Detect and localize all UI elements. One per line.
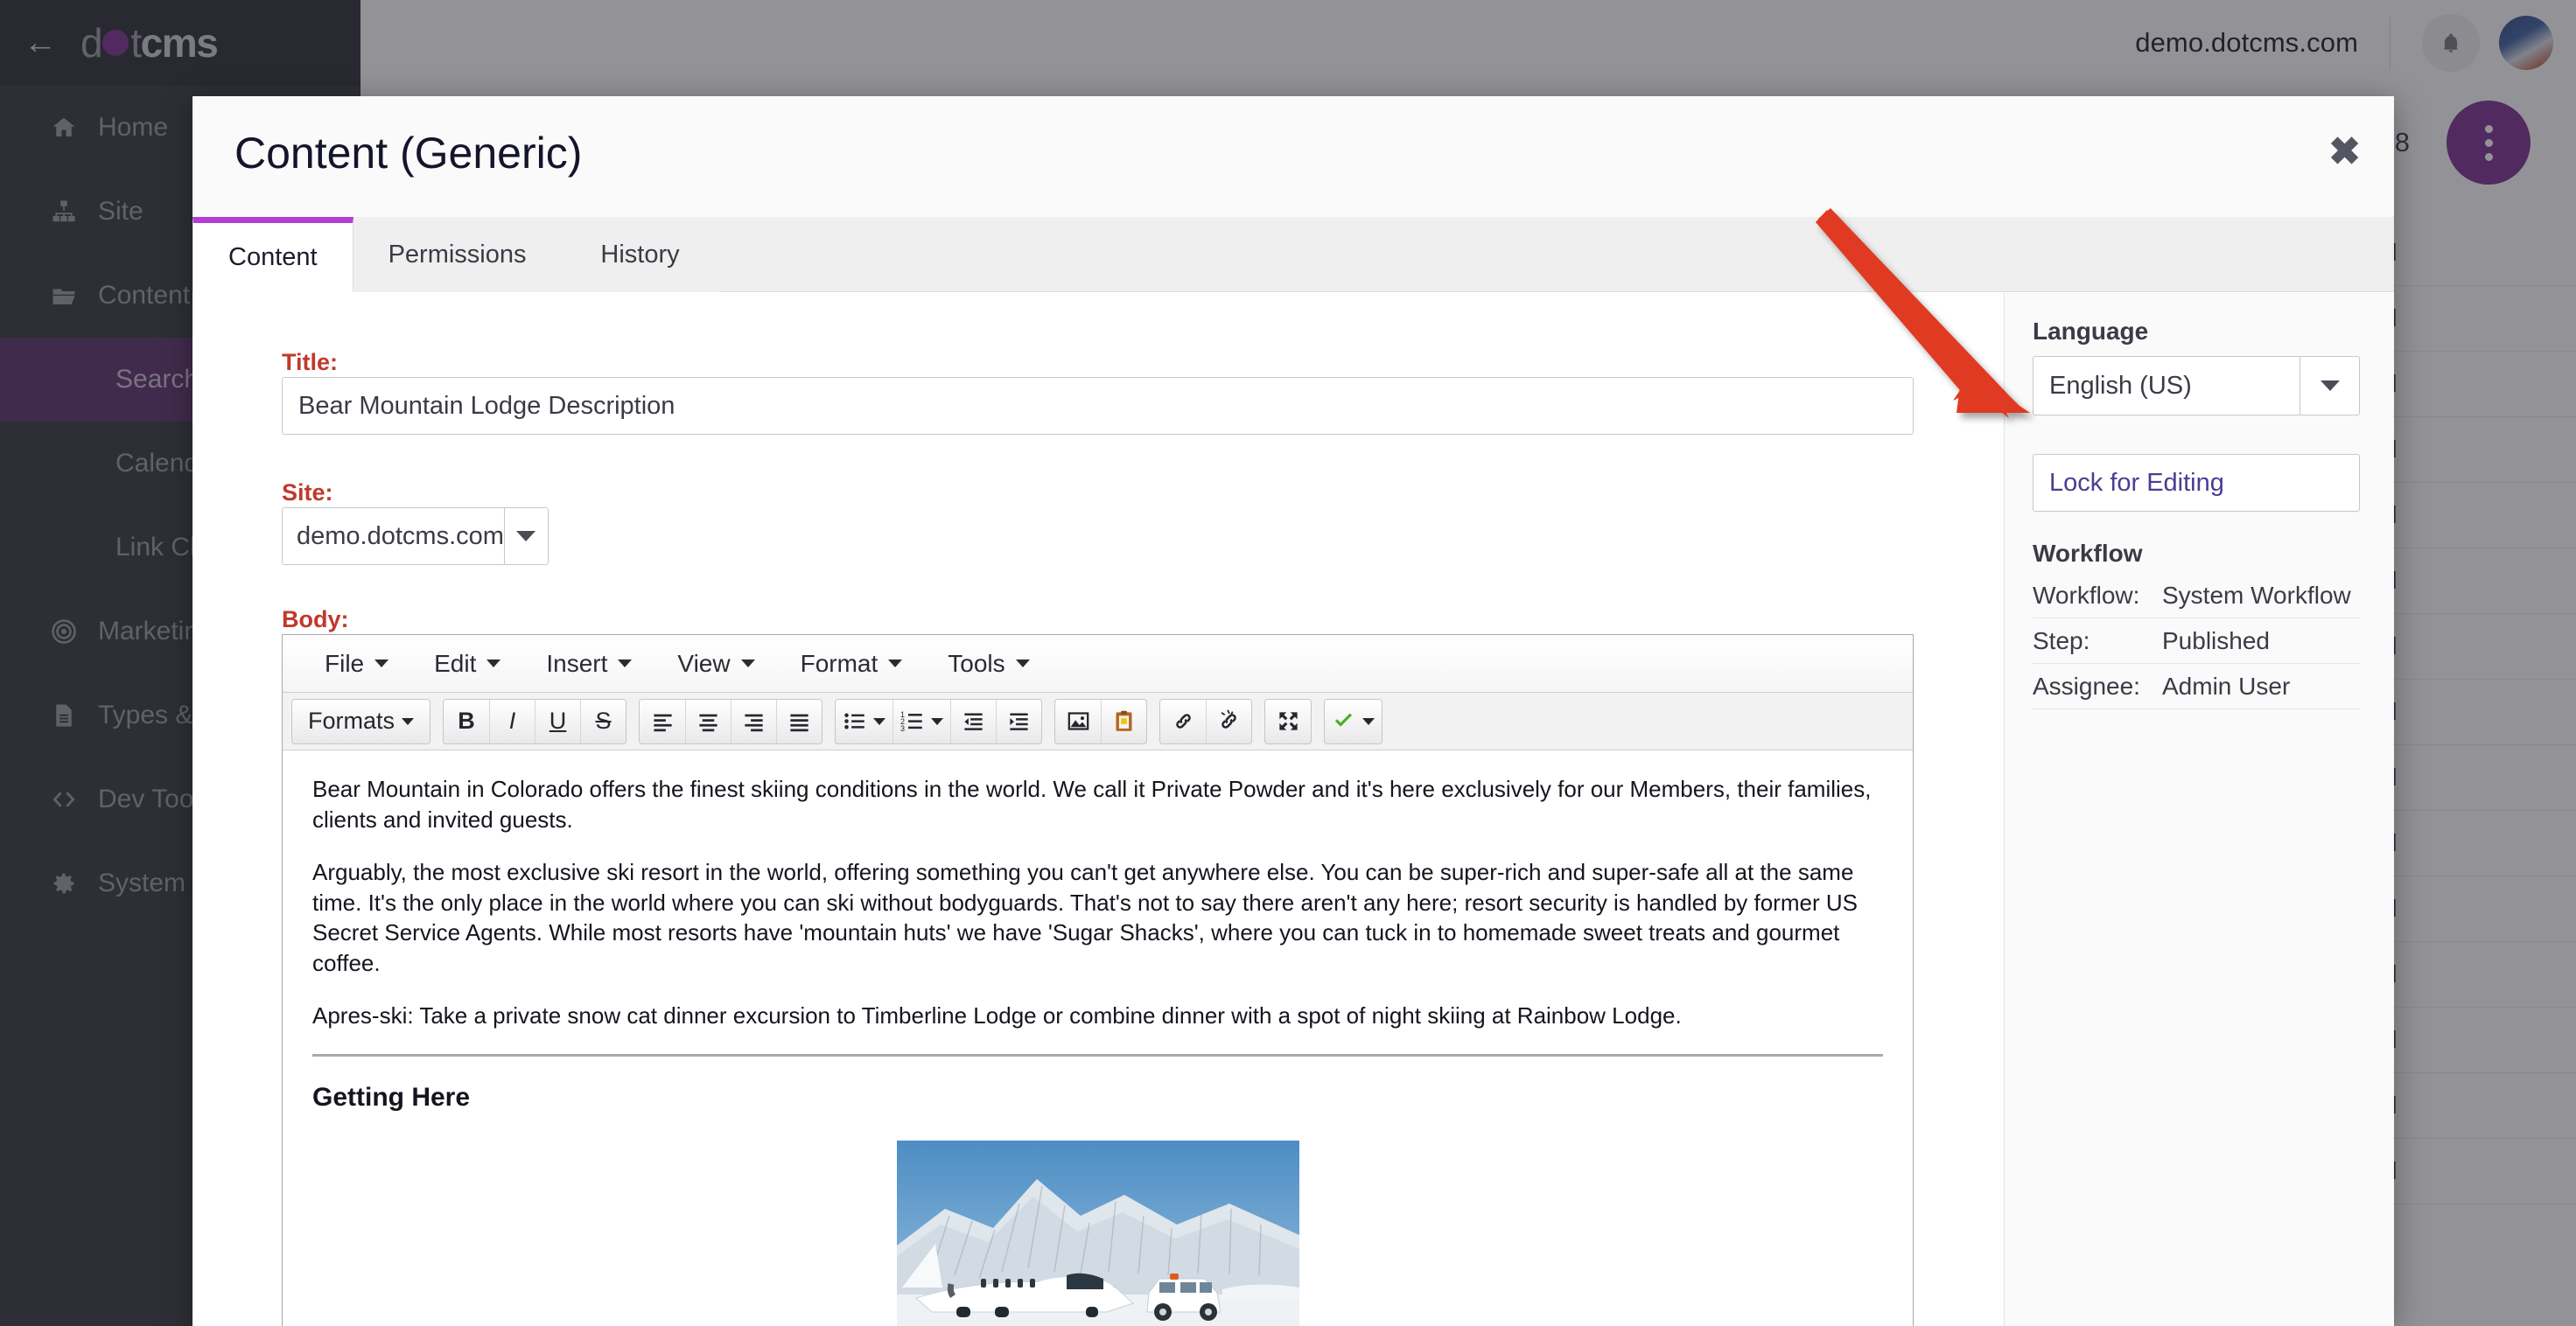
spellcheck-group (1324, 698, 1383, 744)
dialog-tabs: Content Permissions History (192, 217, 2394, 292)
chevron-down-icon (374, 660, 389, 667)
dialog-body: Title: Site: demo.dotcms.com Body: File E… (192, 293, 2394, 1326)
formats-label: Formats (308, 708, 396, 734)
workflow-row-key: Workflow: (2033, 581, 2140, 609)
bullet-list-icon[interactable] (836, 700, 892, 743)
private-jet-snowy-mountains-photo (896, 1141, 1299, 1326)
align-left-icon[interactable] (640, 700, 685, 743)
side-pane: Language English (US) Lock for Editing W… (2004, 293, 2394, 1326)
editor-toolbar: Formats B I U S 1 2 3 (283, 693, 1913, 750)
site-selected-value: demo.dotcms.com (297, 521, 504, 550)
list-group: 123 (835, 698, 1043, 744)
chevron-down-icon (1015, 660, 1030, 667)
body-paragraph-1: Bear Mountain in Colorado offers the fin… (312, 776, 1872, 833)
workflow-row-value: Published (2162, 626, 2270, 654)
content-generic-dialog: Content (Generic) ✖ Content Permissions Hi… (192, 96, 2394, 1326)
body-heading: Getting Here (312, 1083, 471, 1113)
close-icon[interactable]: ✖ (2328, 133, 2361, 171)
strikethrough-icon[interactable]: S (580, 699, 626, 743)
underline-icon[interactable]: U (535, 699, 580, 743)
svg-text:3: 3 (900, 724, 905, 733)
unlink-icon[interactable] (1206, 699, 1251, 743)
horizontal-rule (312, 1054, 1883, 1057)
body-label: Body: (282, 606, 349, 632)
editor-menu-insert[interactable]: Insert (523, 643, 654, 685)
site-label: Site: (282, 479, 333, 506)
site-select[interactable]: demo.dotcms.com (282, 507, 549, 565)
workflow-row-value: Admin User (2162, 672, 2291, 700)
align-center-icon[interactable] (685, 699, 731, 743)
title-label: Title: (282, 349, 339, 375)
tab-content[interactable]: Content (192, 217, 354, 292)
editor-menu-label: Insert (546, 649, 608, 677)
editor-menu-file[interactable]: File (302, 643, 411, 685)
tab-permissions[interactable]: Permissions (353, 217, 562, 292)
fullscreen-icon[interactable] (1265, 700, 1311, 743)
insert-link-icon[interactable] (1160, 700, 1206, 743)
dialog-header: Content (Generic) ✖ (192, 96, 2394, 217)
workflow-row-key: Step: (2033, 626, 2090, 654)
align-justify-icon[interactable] (776, 699, 822, 743)
editor-menu-tools[interactable]: Tools (925, 643, 1052, 685)
editor-menu-label: View (677, 649, 731, 677)
alignment-group (639, 698, 823, 744)
editor-menu-label: Tools (948, 649, 1005, 677)
insert-group (1054, 698, 1148, 744)
language-selected-value: English (US) (2049, 371, 2192, 400)
rich-text-editor: File Edit Insert View Format Tools Formats B … (282, 634, 1914, 1326)
lock-for-editing-button[interactable]: Lock for Editing (2033, 454, 2360, 512)
workflow-row: Assignee: Admin User (2033, 664, 2360, 709)
chevron-down-icon[interactable] (503, 508, 548, 564)
chevron-down-icon[interactable] (2300, 357, 2359, 415)
editor-menu-label: Format (800, 649, 878, 677)
paste-icon[interactable] (1101, 699, 1146, 743)
indent-icon[interactable] (996, 699, 1041, 743)
editor-menubar: File Edit Insert View Format Tools (283, 635, 1913, 693)
fullscreen-group (1264, 698, 1312, 744)
chevron-down-icon (740, 660, 755, 667)
editor-menu-edit[interactable]: Edit (411, 643, 523, 685)
workflow-row-key: Assignee: (2033, 672, 2140, 700)
form-pane: Title: Site: demo.dotcms.com Body: File E… (192, 293, 2004, 1326)
tab-history[interactable]: History (561, 217, 719, 292)
formats-dropdown[interactable]: Formats (292, 700, 430, 743)
text-style-group: B I U S (443, 698, 627, 744)
workflow-row: Workflow: System Workflow (2033, 573, 2360, 618)
align-right-icon[interactable] (731, 699, 776, 743)
editor-content-area[interactable]: Bear Mountain in Colorado offers the fin… (283, 751, 1913, 1326)
numbered-list-icon[interactable]: 123 (892, 699, 950, 743)
language-select[interactable]: English (US) (2033, 356, 2360, 415)
workflow-row-value: System Workflow (2162, 581, 2351, 609)
editor-menu-format[interactable]: Format (778, 643, 926, 685)
chevron-down-icon (486, 660, 501, 667)
editor-menu-label: File (325, 649, 365, 677)
page-title: Content (Generic) (234, 129, 583, 178)
body-paragraph-2: Arguably, the most exclusive ski resort … (312, 859, 1858, 976)
editor-menu-label: Edit (434, 649, 477, 677)
outdent-icon[interactable] (950, 699, 996, 743)
bold-icon[interactable]: B (444, 700, 489, 743)
language-label: Language (2033, 318, 2149, 345)
workflow-row: Step: Published (2033, 618, 2360, 664)
body-paragraph-3: Apres-ski: Take a private snow cat dinne… (312, 1002, 1682, 1029)
insert-image-icon[interactable] (1055, 700, 1101, 743)
title-input[interactable] (282, 377, 1914, 435)
italic-icon[interactable]: I (489, 699, 535, 743)
workflow-table: Workflow: System Workflow Step: Published As… (2033, 573, 2360, 709)
workflow-label: Workflow (2033, 540, 2143, 567)
link-group (1159, 698, 1253, 744)
editor-menu-view[interactable]: View (654, 643, 777, 685)
chevron-down-icon (888, 660, 903, 667)
spellcheck-icon[interactable] (1325, 700, 1382, 743)
chevron-down-icon (618, 660, 633, 667)
formats-group: Formats (291, 698, 431, 744)
